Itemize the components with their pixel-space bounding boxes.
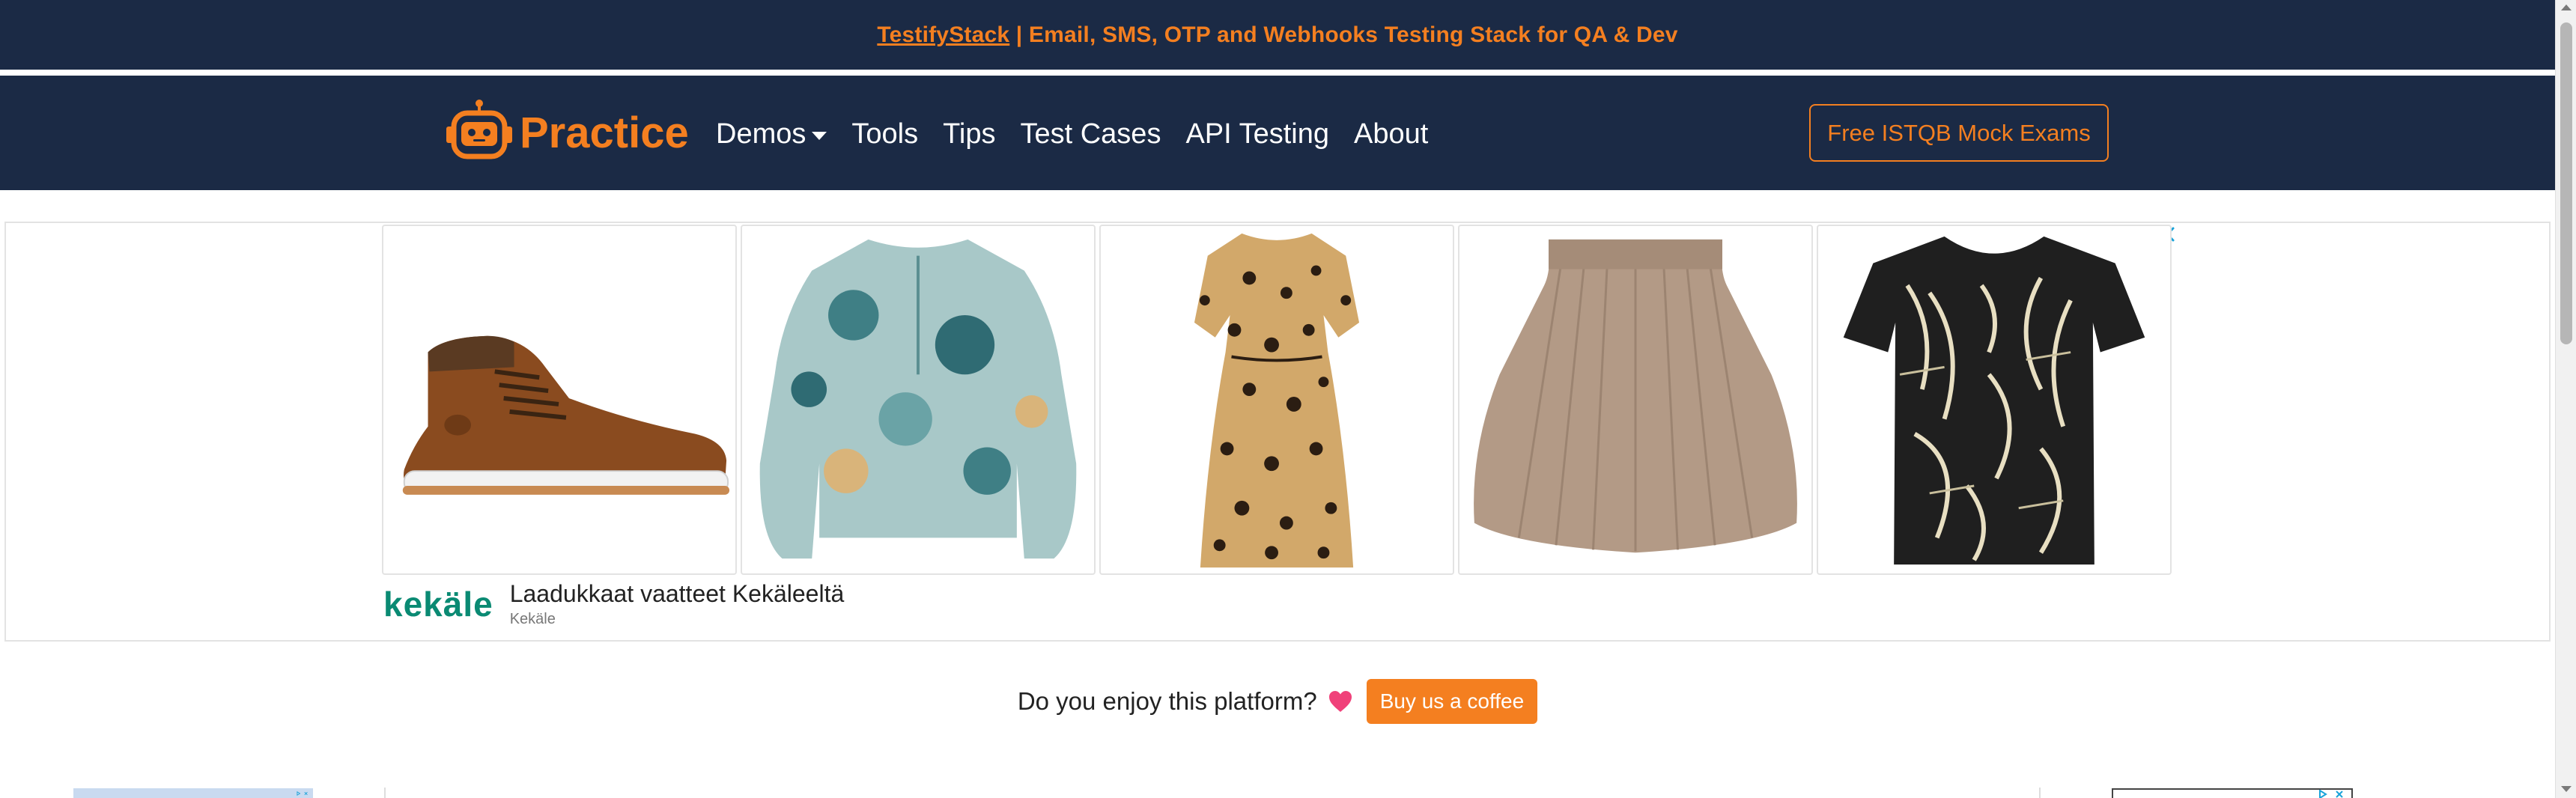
scroll-down-arrow-icon[interactable] <box>2561 786 2572 792</box>
boot-image <box>402 335 730 495</box>
nav-tools[interactable]: Tools <box>851 118 918 150</box>
tshirt-image <box>1843 236 2145 565</box>
navbar: Practice Demos Tools Tips Test Cases API… <box>0 76 2555 190</box>
nav-tips[interactable]: Tips <box>943 118 995 150</box>
ad-texts: Laadukkaat vaatteet Kekäleeltä Kekäle <box>510 580 845 628</box>
scroll-thumb[interactable] <box>2560 22 2572 344</box>
banner-text: TestifyStack | Email, SMS, OTP and Webho… <box>877 22 1677 48</box>
product-card-blouse[interactable] <box>741 225 1096 575</box>
adchoices-icon[interactable] <box>2318 790 2348 798</box>
brand-name: Practice <box>520 108 689 157</box>
product-card-boot[interactable] <box>382 225 737 575</box>
nav-about[interactable]: About <box>1354 118 1428 150</box>
support-row: Do you enjoy this platform? Buy us a cof… <box>0 677 2555 725</box>
support-text: Do you enjoy this platform? <box>1017 687 1317 715</box>
dress-image <box>1194 233 1360 568</box>
page-scrollbar[interactable] <box>2555 0 2576 798</box>
product-carousel <box>382 225 2175 575</box>
nav-test-cases[interactable]: Test Cases <box>1020 118 1161 150</box>
product-card-tshirt[interactable] <box>1817 225 2172 575</box>
nav-demos[interactable]: Demos <box>716 118 827 150</box>
content-divider-right <box>2039 788 2041 798</box>
kekale-logo: kekäle <box>383 585 493 624</box>
nav-api-testing[interactable]: API Testing <box>1185 118 1329 150</box>
nav-test-cases-label: Test Cases <box>1020 118 1161 150</box>
nav-links: Demos Tools Tips Test Cases API Testing … <box>716 112 1453 156</box>
nav-tips-label: Tips <box>943 118 996 150</box>
product-card-dress[interactable] <box>1099 225 1454 575</box>
robot-icon <box>446 100 512 159</box>
ad-footer[interactable]: kekäle Laadukkaat vaatteet Kekäleeltä Ke… <box>383 578 844 630</box>
top-banner: TestifyStack | Email, SMS, OTP and Webho… <box>0 0 2555 73</box>
heart-icon <box>1328 691 1352 712</box>
adchoices-icon[interactable] <box>297 789 310 798</box>
content-divider-left <box>384 788 386 798</box>
nav-about-label: About <box>1353 118 1429 150</box>
nav-api-testing-label: API Testing <box>1185 118 1329 150</box>
banner-tagline: | Email, SMS, OTP and Webhooks Testing S… <box>1009 22 1678 47</box>
page: TestifyStack | Email, SMS, OTP and Webho… <box>0 0 2576 798</box>
buy-us-a-coffee-button[interactable]: Buy us a coffee <box>1366 679 1538 724</box>
skirt-image <box>1474 239 1797 553</box>
nav-demos-label: Demos <box>716 118 806 150</box>
blouse-image <box>759 239 1077 559</box>
istqb-mock-exams-button[interactable]: Free ISTQB Mock Exams <box>1809 104 2109 162</box>
ad-headline[interactable]: Laadukkaat vaatteet Kekäleeltä <box>510 580 845 608</box>
bottom-right-ad[interactable] <box>2112 788 2353 798</box>
nav-tools-label: Tools <box>851 118 919 150</box>
product-card-skirt[interactable] <box>1458 225 1813 575</box>
caret-down-icon <box>812 131 827 140</box>
testifystack-link[interactable]: TestifyStack <box>877 22 1009 47</box>
bottom-left-ad[interactable] <box>73 788 313 798</box>
scroll-up-arrow-icon[interactable] <box>2561 4 2572 10</box>
brand-link[interactable]: Practice <box>443 97 689 168</box>
ad-source: Kekäle <box>509 611 556 627</box>
